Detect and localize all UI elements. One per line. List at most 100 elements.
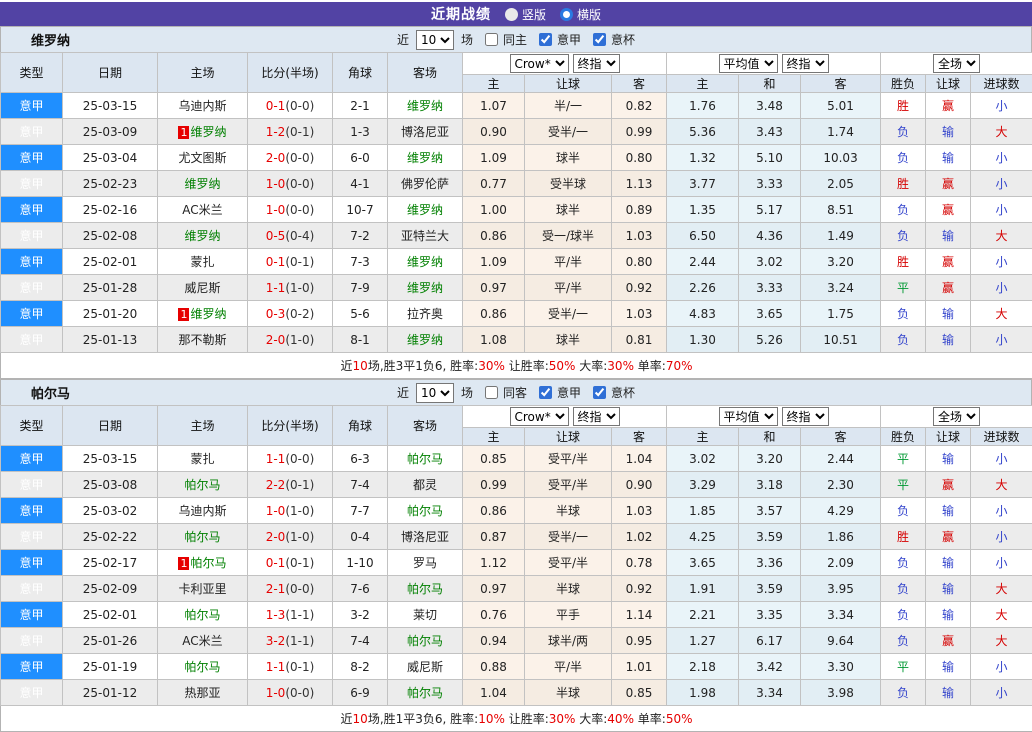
result-goals: 小: [970, 549, 1032, 576]
corners-cell: 7-2: [332, 222, 388, 249]
score-cell: 0-1(0-1): [247, 248, 333, 275]
avg-final-select[interactable]: 终指: [781, 407, 829, 426]
date-cell: 25-01-28: [62, 274, 158, 301]
avg-home-odds: 6.50: [666, 222, 740, 249]
team-name-text: 帕尔马: [406, 504, 443, 518]
team-name-text: 帕尔马: [406, 452, 443, 466]
section-verona: 维罗纳 近 10 场 同主 意甲 意杯 类型 日期 主场 比分(半场) 角球 客…: [0, 26, 1032, 379]
summary-text: 近10场,胜1平3负6, 胜率:10% 让胜率:30% 大率:40% 单率:50…: [0, 705, 1032, 732]
team-name-text: 维罗纳: [406, 203, 443, 217]
team-name-text: 亚特兰大: [400, 229, 449, 243]
avg-odds-header: 平均值 终指: [666, 52, 882, 75]
cup-checkbox[interactable]: [593, 386, 607, 399]
match-row: 意甲 25-03-04 尤文图斯 2-0(0-0) 6-0 维罗纳 1.09 球半 0.80 1.…: [0, 144, 1032, 171]
fulltime-score: 1-0: [265, 685, 286, 700]
crow-away-odds: 0.80: [610, 144, 668, 171]
corners-cell: 1-3: [332, 118, 388, 145]
avg-draw-odds: 3.18: [738, 471, 802, 498]
avg-away-odds: 3.20: [800, 248, 882, 275]
match-row: 意甲 25-03-08 帕尔马 2-2(0-1) 7-4 都灵 0.99 受平/半 0.90 3.…: [0, 471, 1032, 498]
avg-home-odds: 1.32: [666, 144, 740, 171]
avg-home-odds: 5.36: [666, 118, 740, 145]
bookmaker-select[interactable]: Crow*: [509, 54, 569, 73]
corners-cell: 6-3: [332, 445, 388, 472]
full-match-select[interactable]: 全场: [933, 407, 981, 426]
handicap-cell: 球半/两: [524, 627, 612, 654]
handicap-cell: 半/一: [524, 92, 612, 119]
score-cell: 1-0(0-0): [247, 679, 333, 706]
away-team-cell: 帕尔马: [387, 679, 463, 706]
crow-home-odds: 0.87: [462, 523, 525, 550]
summary-label: 让胜率:: [504, 712, 549, 726]
horizontal-layout-radio[interactable]: 横版: [560, 6, 601, 23]
home-team-cell: 帕尔马: [157, 601, 248, 628]
radio-selected-icon[interactable]: [560, 7, 573, 21]
team-name-text: 维罗纳: [406, 151, 443, 165]
home-team-cell: 乌迪内斯: [157, 497, 248, 524]
avg-away-odds: 1.49: [800, 222, 882, 249]
result-goals: 大: [970, 471, 1032, 498]
match-row: 意甲 25-02-22 帕尔马 2-0(1-0) 0-4 博洛尼亚 0.87 受半/一 1.02…: [0, 523, 1032, 550]
crow-away-odds: 0.95: [610, 627, 668, 654]
team-name-text: 帕尔马: [406, 634, 443, 648]
avg-odds-header: 平均值 终指: [666, 405, 882, 428]
league-checkbox[interactable]: [539, 386, 552, 399]
result-winlose: 负: [880, 601, 927, 628]
avg-final-select[interactable]: 终指: [781, 54, 829, 73]
col-avg-home: 主: [666, 74, 740, 93]
match-row: 意甲 25-01-19 帕尔马 1-1(0-1) 8-2 威尼斯 0.88 平/半 1.01 2.…: [0, 653, 1032, 680]
avg-away-odds: 10.03: [800, 144, 882, 171]
home-team-cell: 那不勒斯: [157, 326, 248, 353]
match-row: 意甲 25-02-01 蒙扎 0-1(0-1) 7-3 维罗纳 1.09 平/半 0.80 2.4…: [0, 248, 1032, 275]
result-handicap: 赢: [925, 170, 972, 197]
average-select[interactable]: 平均值: [718, 407, 778, 426]
crow-home-odds: 1.09: [462, 144, 525, 171]
home-team-cell: 1 维罗纳: [157, 300, 248, 327]
crow-final-select[interactable]: 终指: [572, 54, 620, 73]
date-cell: 25-02-17: [62, 549, 158, 576]
score-cell: 1-0(0-0): [247, 196, 333, 223]
result-goals: 小: [970, 445, 1032, 472]
radio-icon[interactable]: [504, 7, 518, 21]
same-venue-checkbox[interactable]: [484, 386, 498, 399]
result-handicap: 输: [925, 653, 972, 680]
fulltime-score: 1-1: [265, 659, 286, 674]
result-handicap: 输: [925, 575, 972, 602]
games-label: 场: [460, 33, 473, 47]
corners-cell: 7-4: [332, 627, 388, 654]
result-handicap: 赢: [925, 248, 972, 275]
vertical-layout-radio[interactable]: 竖版: [504, 6, 546, 23]
avg-draw-odds: 4.36: [738, 222, 802, 249]
crow-away-odds: 0.78: [610, 549, 668, 576]
handicap-cell: 受半球: [524, 170, 612, 197]
same-venue-checkbox[interactable]: [484, 33, 498, 46]
result-winlose: 胜: [880, 92, 927, 119]
home-team-cell: 威尼斯: [157, 274, 248, 301]
avg-home-odds: 1.85: [666, 497, 740, 524]
avg-home-odds: 3.29: [666, 471, 740, 498]
bookmaker-select[interactable]: Crow*: [509, 407, 569, 426]
score-cell: 1-2(0-1): [247, 118, 333, 145]
summary-label: 场,胜1平3负6, 胜率:: [367, 712, 479, 726]
halftime-score: (0-1): [285, 477, 315, 492]
result-winlose: 平: [880, 653, 927, 680]
cup-checkbox[interactable]: [593, 33, 607, 46]
handicap-cell: 受平/半: [524, 445, 612, 472]
crow-final-select[interactable]: 终指: [572, 407, 620, 426]
league-checkbox[interactable]: [539, 33, 552, 46]
games-count-select[interactable]: 10: [415, 29, 454, 50]
average-select[interactable]: 平均值: [718, 54, 778, 73]
halftime-score: (1-0): [285, 529, 315, 544]
league-cell: 意甲: [0, 300, 63, 327]
away-team-cell: 博洛尼亚: [387, 118, 463, 145]
result-handicap: 赢: [925, 627, 972, 654]
summary-label: 场,胜3平1负6, 胜率:: [367, 359, 479, 373]
team-name-text: 热那亚: [184, 686, 221, 700]
crow-away-odds: 1.03: [610, 497, 668, 524]
full-match-select[interactable]: 全场: [933, 54, 981, 73]
games-count-select[interactable]: 10: [415, 382, 454, 403]
avg-draw-odds: 5.10: [738, 144, 802, 171]
team-name-text: 都灵: [412, 478, 437, 492]
avg-home-odds: 1.27: [666, 627, 740, 654]
date-cell: 25-03-09: [62, 118, 158, 145]
